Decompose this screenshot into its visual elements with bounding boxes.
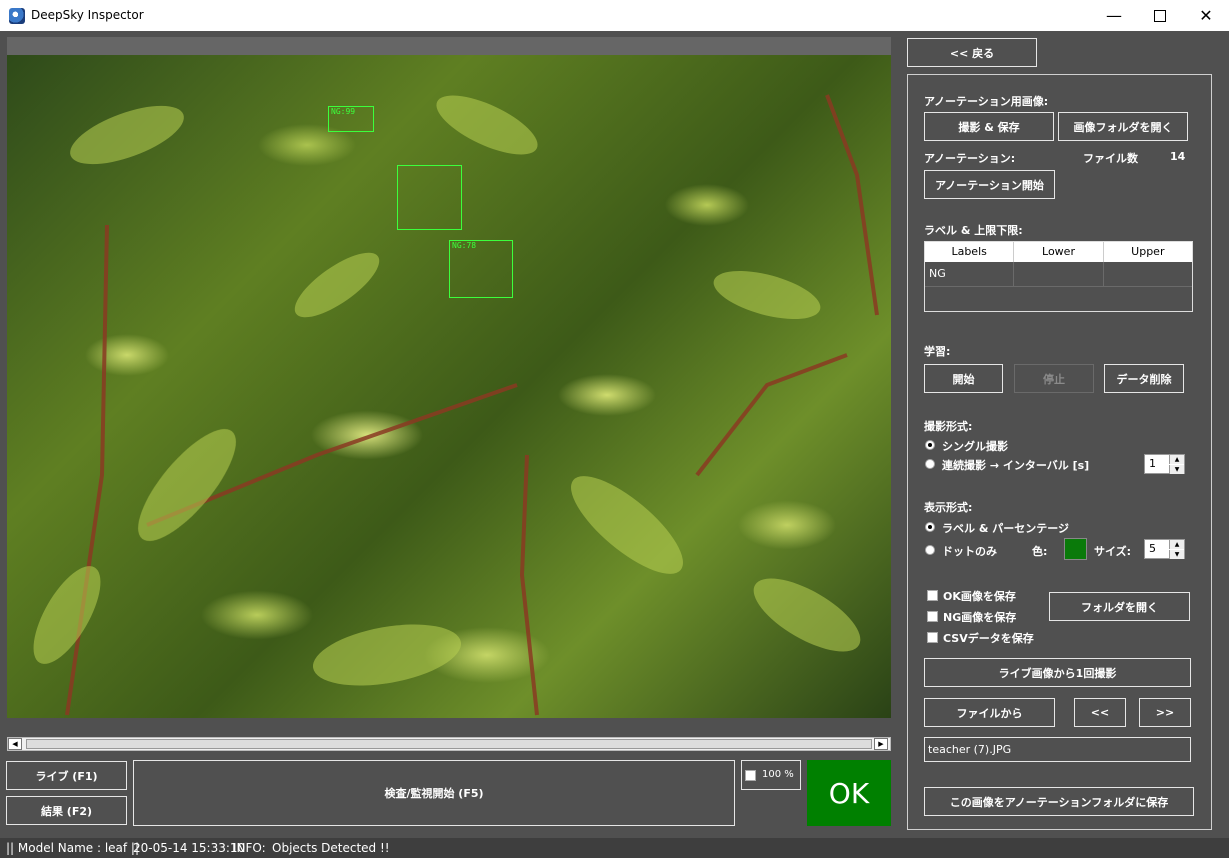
label-range-heading: ラベル & 上限下限: <box>924 224 1023 237</box>
size-stepper[interactable]: 5 ▲ ▼ <box>1144 539 1185 559</box>
display-mode-heading: 表示形式: <box>924 501 973 514</box>
scroll-thumb[interactable] <box>26 739 872 749</box>
model-name: || Model Name : leaf || <box>6 841 140 855</box>
interval-stepper[interactable]: 1 ▲ ▼ <box>1144 454 1185 474</box>
annotation-heading: アノーテーション: <box>924 152 1016 165</box>
column-header-upper: Upper <box>1131 245 1165 258</box>
table-cell-lower[interactable] <box>1014 262 1104 286</box>
dot-color-swatch[interactable] <box>1064 538 1087 560</box>
result-button[interactable]: 結果 (F2) <box>6 796 127 825</box>
detection-box <box>397 165 462 230</box>
info-label: INFO: <box>233 841 266 855</box>
learning-heading: 学習: <box>924 345 951 358</box>
image-viewport[interactable]: NG:99 NG:78 <box>7 37 891 718</box>
annot-image-heading: アノーテーション用画像: <box>924 95 1049 108</box>
minimize-icon: — <box>1106 6 1122 25</box>
column-header-labels: Labels <box>925 242 1015 262</box>
stepper-down-icon[interactable]: ▼ <box>1169 550 1184 559</box>
maximize-icon <box>1154 9 1166 22</box>
filename-field[interactable]: teacher (7).JPG <box>924 737 1191 762</box>
detection-label: NG:99 <box>331 107 356 116</box>
label-percentage-radio[interactable] <box>925 522 935 532</box>
save-ok-label: OK画像を保存 <box>943 590 1016 603</box>
app-icon <box>9 8 25 24</box>
stepper-down-icon[interactable]: ▼ <box>1169 465 1184 474</box>
save-csv-checkbox[interactable] <box>927 632 938 643</box>
live-button[interactable]: ライブ (F1) <box>6 761 127 790</box>
dot-only-label: ドットのみ <box>942 545 997 558</box>
single-capture-radio[interactable] <box>925 440 935 450</box>
verdict-indicator: OK <box>807 760 891 826</box>
scroll-left-button[interactable]: ◀ <box>8 738 22 750</box>
size-label: サイズ: <box>1094 545 1132 558</box>
back-button[interactable]: << 戻る <box>907 38 1037 67</box>
zoom-value: 100 % <box>762 769 794 780</box>
zoom-checkbox[interactable] <box>745 770 756 781</box>
minimize-button[interactable]: — <box>1091 0 1137 31</box>
capture-once-button[interactable]: ライブ画像から1回撮影 <box>924 658 1191 687</box>
maximize-button[interactable] <box>1137 0 1183 31</box>
inspection-image: NG:99 NG:78 <box>7 55 891 718</box>
next-file-button[interactable]: >> <box>1139 698 1191 727</box>
interval-value: 1 <box>1149 457 1156 470</box>
save-csv-label: CSVデータを保存 <box>943 632 1034 645</box>
table-cell-label[interactable]: NG <box>925 262 1015 286</box>
save-ng-label: NG画像を保存 <box>943 611 1017 624</box>
continuous-capture-label: 連続撮影 → インターバル [s] <box>942 459 1090 472</box>
from-file-button[interactable]: ファイルから <box>924 698 1055 727</box>
color-label: 色: <box>1032 545 1048 558</box>
inspect-start-button[interactable]: 検査/監視開始 (F5) <box>133 760 735 826</box>
file-count-value: 14 <box>1170 150 1186 163</box>
status-timestamp: 20-05-14 15:33:10 <box>133 841 246 855</box>
save-ng-checkbox[interactable] <box>927 611 938 622</box>
learn-start-button[interactable]: 開始 <box>924 364 1003 393</box>
continuous-capture-radio[interactable] <box>925 459 935 469</box>
detection-box: NG:99 <box>328 106 374 132</box>
open-image-folder-button[interactable]: 画像フォルダを開く <box>1058 112 1188 141</box>
table-row[interactable]: NG <box>925 262 1192 287</box>
annotation-start-button[interactable]: アノーテーション開始 <box>924 170 1055 199</box>
stepper-up-icon[interactable]: ▲ <box>1169 540 1184 549</box>
save-to-annotation-button[interactable]: この画像をアノーテーションフォルダに保存 <box>924 787 1194 816</box>
close-icon: ✕ <box>1199 6 1213 25</box>
zoom-box: 100 % <box>741 760 801 790</box>
horizontal-scrollbar[interactable]: ◀ ▶ <box>7 737 891 751</box>
capture-mode-heading: 撮影形式: <box>924 420 973 433</box>
close-button[interactable]: ✕ <box>1183 0 1229 31</box>
arrow-left-icon: ◀ <box>12 740 18 748</box>
open-folder-button[interactable]: フォルダを開く <box>1049 592 1190 621</box>
capture-save-button[interactable]: 撮影 & 保存 <box>924 112 1054 141</box>
table-cell-upper[interactable] <box>1104 262 1192 286</box>
leaf-texture <box>33 94 879 716</box>
save-ok-checkbox[interactable] <box>927 590 938 601</box>
dot-only-radio[interactable] <box>925 545 935 555</box>
info-message: Objects Detected !! <box>272 841 390 855</box>
window-title: DeepSky Inspector <box>31 8 144 22</box>
label-table[interactable]: Labels Lower Upper NG <box>924 241 1193 312</box>
arrow-right-icon: ▶ <box>878 740 884 748</box>
label-table-header: Labels Lower Upper <box>925 242 1192 262</box>
size-value: 5 <box>1149 542 1156 555</box>
file-count-label: ファイル数 <box>1083 152 1138 165</box>
scroll-right-button[interactable]: ▶ <box>874 738 888 750</box>
label-percentage-label: ラベル & パーセンテージ <box>942 522 1070 535</box>
detection-box: NG:78 <box>449 240 513 298</box>
column-header-lower: Lower <box>1014 242 1104 262</box>
previous-file-button[interactable]: << <box>1074 698 1126 727</box>
stepper-up-icon[interactable]: ▲ <box>1169 455 1184 464</box>
data-delete-button[interactable]: データ削除 <box>1104 364 1184 393</box>
detection-label: NG:78 <box>452 241 477 250</box>
status-bar: || Model Name : leaf || 20-05-14 15:33:1… <box>0 838 1229 858</box>
learn-stop-button[interactable]: 停止 <box>1014 364 1094 393</box>
title-bar: DeepSky Inspector — ✕ <box>0 0 1229 31</box>
single-capture-label: シングル撮影 <box>942 440 1008 453</box>
